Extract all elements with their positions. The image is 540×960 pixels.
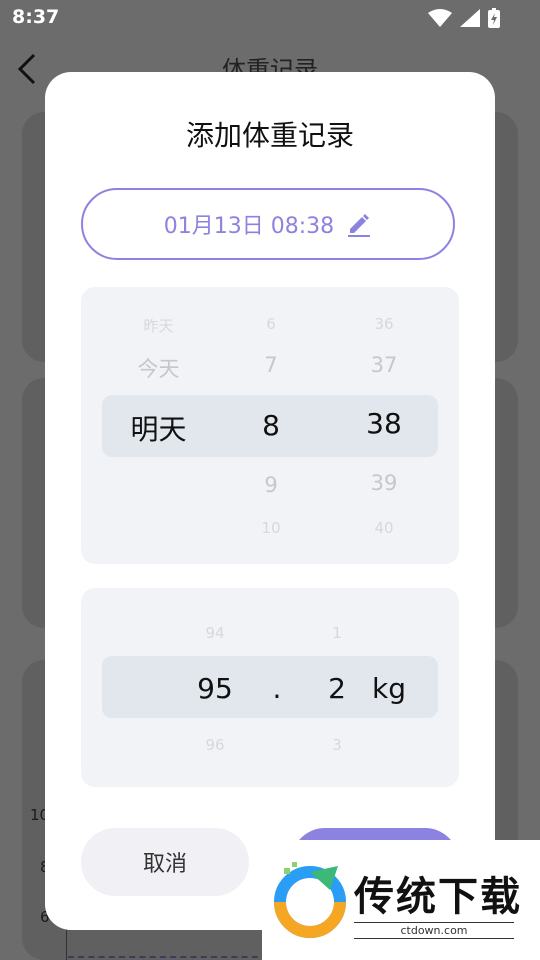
chart-gridline (68, 956, 268, 958)
picker-minute-selected[interactable]: 38 (349, 407, 419, 440)
picker-weight-decimal-option[interactable]: 1 (317, 624, 357, 642)
picker-hour-option[interactable]: 9 (241, 473, 301, 497)
watermark-url: ctdown.com (354, 922, 514, 939)
cancel-button[interactable]: 取消 (81, 828, 249, 896)
decimal-separator: . (272, 672, 282, 705)
watermark: 传统下载 ctdown.com (262, 840, 540, 960)
datetime-picker[interactable]: 昨天 今天 明天 6 7 8 9 10 36 37 38 39 40 (81, 287, 459, 564)
picker-minute-option[interactable]: 40 (349, 519, 419, 537)
picker-day-selected[interactable]: 明天 (111, 408, 206, 448)
watermark-text: 传统下载 (354, 874, 522, 920)
signal-icon (460, 9, 480, 27)
battery-icon (488, 8, 500, 28)
picker-minute-option[interactable]: 39 (349, 471, 419, 495)
picker-minute-option[interactable]: 36 (349, 315, 419, 333)
status-bar: 8:37 (0, 0, 540, 36)
picker-weight-integer-selected[interactable]: 95 (185, 672, 245, 705)
weight-unit: kg (372, 672, 406, 705)
datetime-value: 01月13日 08:38 (163, 214, 335, 239)
weight-picker[interactable]: 94 95 96 . 1 2 3 kg (81, 588, 459, 787)
picker-weight-integer-option[interactable]: 96 (185, 736, 245, 754)
picker-hour-option[interactable]: 10 (241, 519, 301, 537)
wifi-icon (428, 9, 452, 27)
picker-day-option[interactable]: 今天 (111, 353, 206, 383)
picker-hour-selected[interactable]: 8 (241, 409, 301, 442)
picker-hour-option[interactable]: 6 (241, 315, 301, 333)
pencil-icon (348, 214, 371, 237)
watermark-logo-icon (274, 862, 346, 938)
status-icons (428, 8, 500, 28)
datetime-field[interactable]: 01月13日 08:38 (81, 188, 455, 260)
add-weight-dialog: 添加体重记录 01月13日 08:38 昨天 今天 明天 6 7 8 9 10 … (45, 72, 495, 930)
picker-weight-decimal-selected[interactable]: 2 (317, 672, 357, 705)
picker-hour-option[interactable]: 7 (241, 353, 301, 377)
dialog-title: 添加体重记录 (185, 119, 354, 152)
status-time: 8:37 (12, 6, 60, 28)
picker-weight-integer-option[interactable]: 94 (185, 624, 245, 642)
picker-minute-option[interactable]: 37 (349, 353, 419, 377)
picker-day-option[interactable]: 昨天 (111, 315, 206, 336)
picker-weight-decimal-option[interactable]: 3 (317, 736, 357, 754)
